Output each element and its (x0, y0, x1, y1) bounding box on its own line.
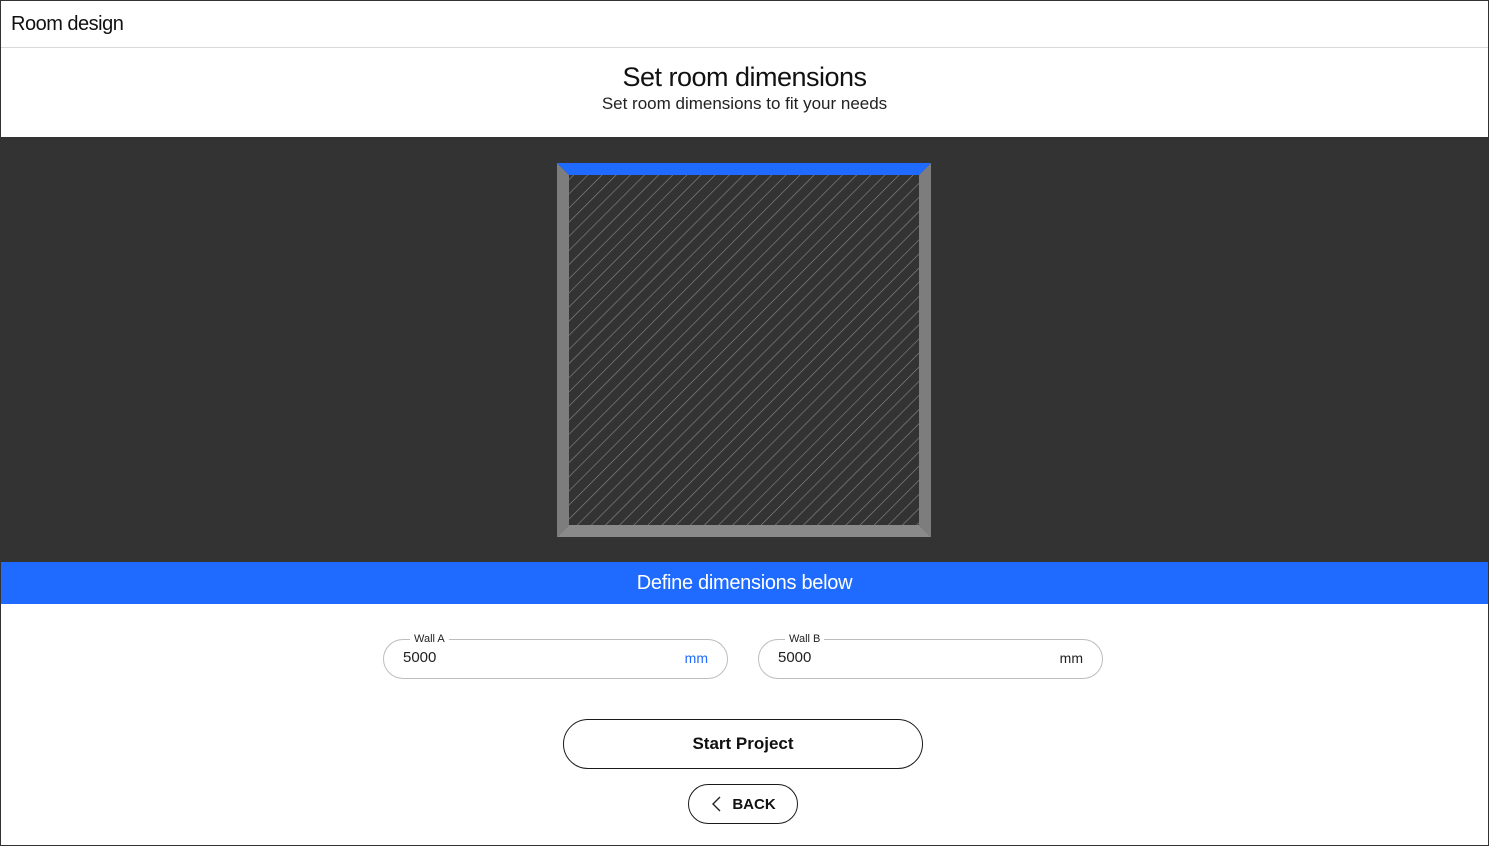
chevron-left-icon (712, 796, 721, 812)
app-window: Room design Set room dimensions Set room… (0, 0, 1489, 846)
start-project-label: Start Project (692, 734, 794, 753)
room-drawing (557, 163, 931, 537)
dimension-fields: Wall A mm Wall B mm (1, 604, 1488, 719)
heading-area: Set room dimensions Set room dimensions … (1, 48, 1488, 137)
wall-a-input[interactable] (403, 649, 643, 666)
define-dimensions-label: Define dimensions below (636, 571, 853, 594)
wall-bottom[interactable] (557, 525, 931, 537)
back-button[interactable]: BACK (688, 784, 798, 824)
back-label: BACK (732, 795, 776, 813)
wall-left[interactable] (557, 163, 569, 537)
wall-right[interactable] (919, 163, 931, 537)
wall-top-selected[interactable] (557, 163, 931, 175)
top-bar: Room design (1, 1, 1488, 48)
app-title: Room design (11, 12, 124, 35)
wall-b-unit: mm (1059, 650, 1083, 666)
floor-hatch (569, 175, 919, 525)
define-dimensions-banner: Define dimensions below (1, 562, 1488, 604)
wall-b-input[interactable] (778, 649, 1018, 666)
wall-a-unit: mm (684, 650, 708, 666)
page-title: Set room dimensions (622, 62, 867, 92)
wall-b-field[interactable]: Wall B mm (758, 632, 1103, 679)
room-canvas (1, 137, 1488, 562)
page-subtitle: Set room dimensions to fit your needs (601, 94, 888, 113)
room-preview (557, 163, 931, 537)
wall-a-field[interactable]: Wall A mm (383, 632, 728, 679)
start-project-button[interactable]: Start Project (563, 719, 923, 769)
wall-a-label: Wall A (410, 632, 449, 646)
wall-b-label: Wall B (785, 632, 825, 646)
